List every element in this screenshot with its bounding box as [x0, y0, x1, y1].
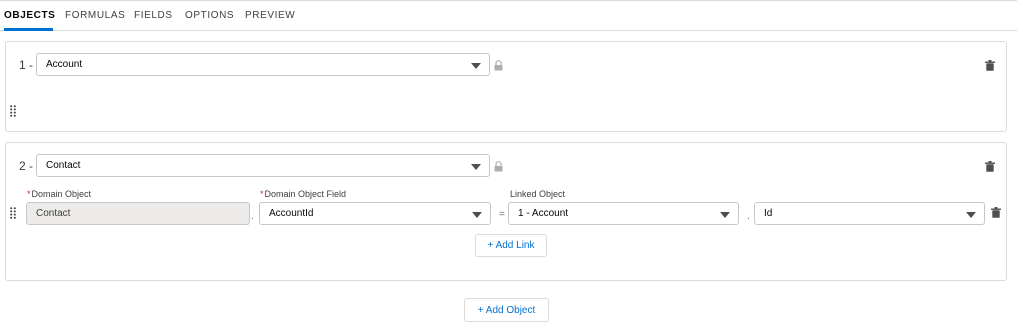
separator: .	[747, 211, 750, 222]
object-select-value: Contact	[46, 160, 81, 171]
divider	[0, 0, 1017, 1]
required-marker: *	[27, 189, 31, 199]
chevron-down-icon	[471, 164, 481, 170]
lock-icon	[494, 60, 503, 71]
linked-object-label: Linked Object	[510, 189, 566, 199]
domain-object-label-text: Domain Object	[31, 189, 92, 199]
object-number: 2 -	[19, 159, 34, 173]
object-card-2: 2 - Contact *Domain Object *Domain Objec…	[5, 142, 1007, 281]
tab-fields[interactable]: FIELDS	[134, 10, 173, 21]
object-select[interactable]: Contact	[36, 154, 490, 177]
domain-object-value: Contact	[36, 208, 71, 219]
add-link-button[interactable]: + Add Link	[475, 234, 547, 257]
add-object-button[interactable]: + Add Object	[464, 298, 549, 322]
tab-options[interactable]: OPTIONS	[185, 10, 234, 21]
domain-object-label: *Domain Object	[27, 189, 91, 199]
equals-separator: =	[499, 209, 505, 220]
tab-objects[interactable]: OBJECTS	[4, 10, 55, 21]
domain-object-field-select[interactable]: AccountId	[259, 202, 491, 225]
tab-preview[interactable]: PREVIEW	[245, 10, 295, 21]
domain-object-field: Contact	[26, 202, 250, 225]
linked-object-select[interactable]: 1 - Account	[508, 202, 739, 225]
separator: .	[251, 211, 254, 222]
trash-icon[interactable]	[991, 207, 1001, 218]
tab-bar: OBJECTS FORMULAS FIELDS OPTIONS PREVIEW	[0, 0, 1017, 31]
chevron-down-icon	[966, 212, 976, 218]
required-marker: *	[260, 189, 264, 199]
domain-object-field-label-text: Domain Object Field	[264, 189, 347, 199]
object-select[interactable]: Account	[36, 53, 490, 76]
drag-handle-icon[interactable]	[10, 105, 16, 117]
chevron-down-icon	[471, 63, 481, 69]
linked-object-value: 1 - Account	[518, 208, 569, 219]
domain-object-field-label: *Domain Object Field	[260, 189, 346, 199]
trash-icon[interactable]	[985, 161, 995, 172]
linked-field-value: Id	[764, 208, 773, 219]
object-number: 1 -	[19, 58, 34, 72]
lock-icon	[494, 161, 503, 172]
chevron-down-icon	[472, 212, 482, 218]
linked-field-select[interactable]: Id	[754, 202, 985, 225]
object-select-value: Account	[46, 59, 83, 70]
tab-formulas[interactable]: FORMULAS	[65, 10, 125, 21]
domain-object-field-value: AccountId	[269, 208, 314, 219]
object-card-1: 1 - Account	[5, 41, 1007, 132]
trash-icon[interactable]	[985, 60, 995, 71]
drag-handle-icon[interactable]	[10, 207, 16, 219]
chevron-down-icon	[720, 212, 730, 218]
active-tab-indicator	[4, 28, 53, 31]
